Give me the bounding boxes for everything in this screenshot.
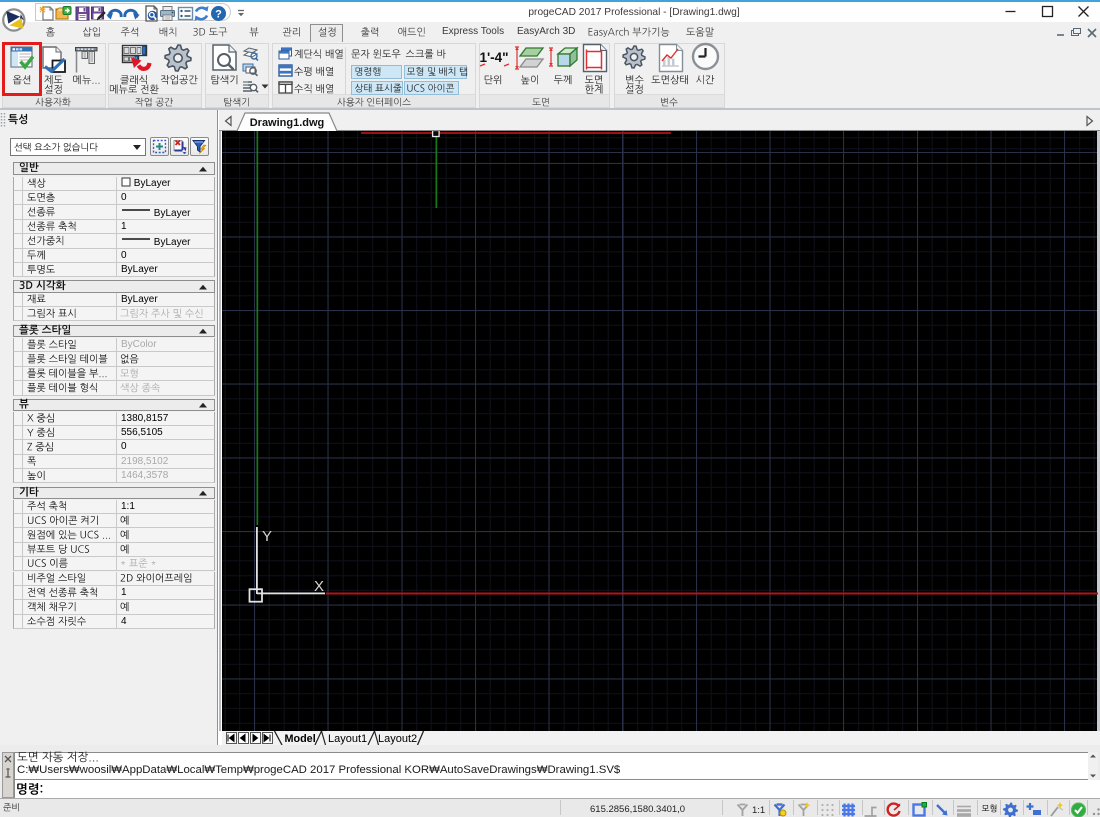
svg-text:X: X: [314, 578, 324, 595]
svg-text:Layout2: Layout2: [378, 733, 417, 745]
svg-text:Y: Y: [262, 528, 272, 545]
svg-text:Layout1: Layout1: [328, 733, 367, 745]
svg-text:Model: Model: [285, 733, 316, 745]
svg-text:?: ?: [215, 9, 222, 21]
svg-text:1'-4": 1'-4": [479, 50, 508, 65]
svg-text:Drawing1.dwg: Drawing1.dwg: [250, 117, 325, 129]
